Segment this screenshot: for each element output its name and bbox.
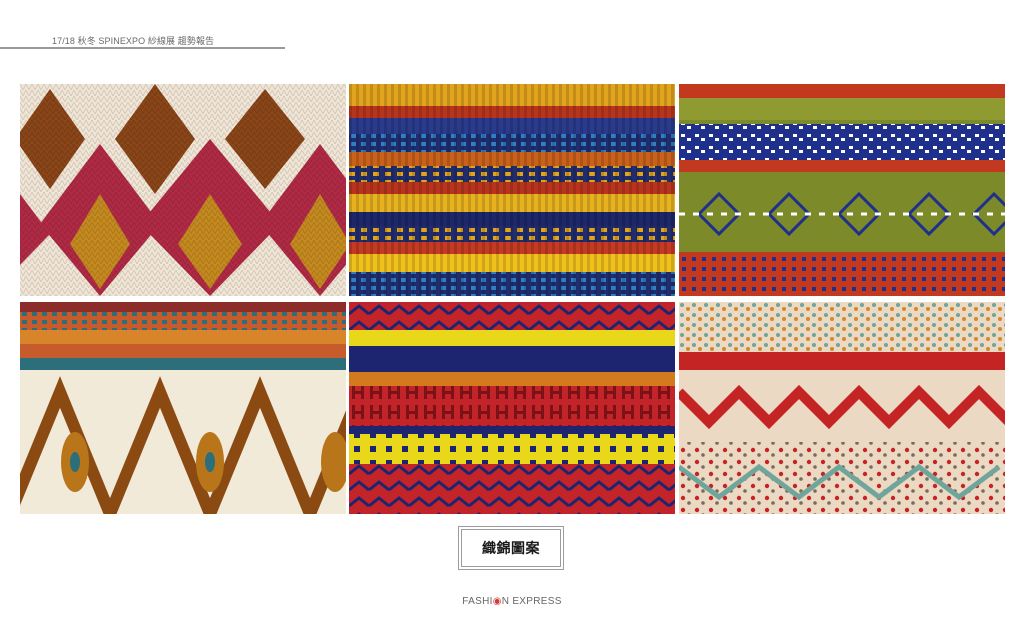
brand-logo: FASHI◉N EXPRESS — [0, 596, 1024, 607]
caption-label: 織錦圖案 — [482, 541, 540, 557]
multicolor-stripe-knit-photo — [349, 84, 675, 296]
cream-red-boucle-knit-photo — [679, 302, 1005, 514]
caption-box: 織錦圖案 — [458, 526, 564, 570]
brand-text-post: N EXPRESS — [501, 596, 562, 607]
brown-ikat-knit-photo — [20, 302, 346, 514]
report-header: 17/18 秋冬 SPINEXPO 紗線展 趨勢報告 — [0, 30, 285, 52]
brand-mark-icon: ◉ — [492, 596, 502, 607]
green-fair-isle-knit-photo — [679, 84, 1005, 296]
report-title: 17/18 秋冬 SPINEXPO 紗線展 趨勢報告 — [52, 36, 215, 46]
red-navy-jacquard-knit-photo — [349, 302, 675, 514]
header-rule — [0, 47, 285, 49]
caption-frame: 織錦圖案 — [461, 529, 561, 567]
brand-text-pre: FASHI — [462, 596, 493, 607]
argyle-diamond-knit-photo — [20, 84, 346, 296]
